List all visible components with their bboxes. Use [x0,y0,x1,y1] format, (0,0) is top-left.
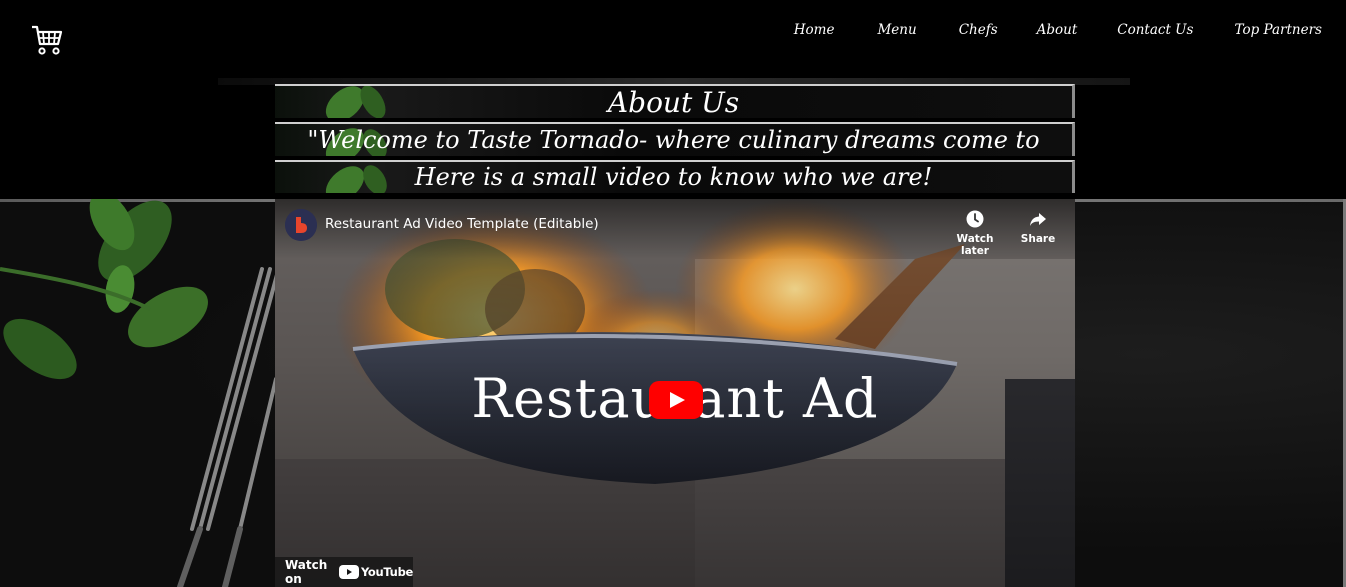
welcome-banner: "Welcome to Taste Tornado- where culinar… [275,122,1075,156]
watch-later-button[interactable]: Watch later [942,209,1008,257]
play-icon[interactable] [649,381,703,419]
share-button[interactable]: Share [1018,209,1058,245]
channel-avatar-icon[interactable] [285,209,317,241]
page-title: About Us [607,86,740,118]
basil-leaf-icon [325,165,387,193]
youtube-video-player[interactable]: Restaurant Ad Video Template (Editable) … [275,199,1075,587]
share-icon [1030,213,1046,226]
video-title-link[interactable]: Restaurant Ad Video Template (Editable) [325,216,599,232]
nav-item-menu[interactable]: Menu [877,20,916,40]
watch-on-label: Watch on [285,558,328,586]
youtube-logo: YouTube [338,565,413,579]
nav-item-chefs[interactable]: Chefs [959,20,998,40]
basil-fork-illustration [0,199,280,587]
video-intro-text: Here is a small video to know who we are… [414,163,933,191]
nav-item-home[interactable]: Home [794,20,835,40]
video-intro-banner: Here is a small video to know who we are… [275,160,1075,193]
watch-on-youtube-button[interactable]: Watch on YouTube [275,557,413,587]
watch-later-label: Watch later [956,233,994,257]
youtube-wordmark: YouTube [360,565,413,579]
page: Home Menu Chefs About Contact Us Top Par… [0,0,1346,587]
clock-icon [966,210,984,228]
main-nav: Home Menu Chefs About Contact Us Top Par… [794,20,1322,40]
about-us-banner: About Us [275,84,1075,118]
top-navigation: Home Menu Chefs About Contact Us Top Par… [0,0,1346,78]
welcome-text: "Welcome to Taste Tornado- where culinar… [307,126,1040,154]
youtube-logo-icon [338,565,359,579]
nav-item-about[interactable]: About [1037,20,1078,40]
nav-item-top-partners[interactable]: Top Partners [1235,20,1323,40]
nav-item-contact-us[interactable]: Contact Us [1117,20,1193,40]
share-label: Share [1020,233,1056,245]
basil-leaf-icon [325,86,386,118]
cart-icon[interactable] [30,24,64,56]
